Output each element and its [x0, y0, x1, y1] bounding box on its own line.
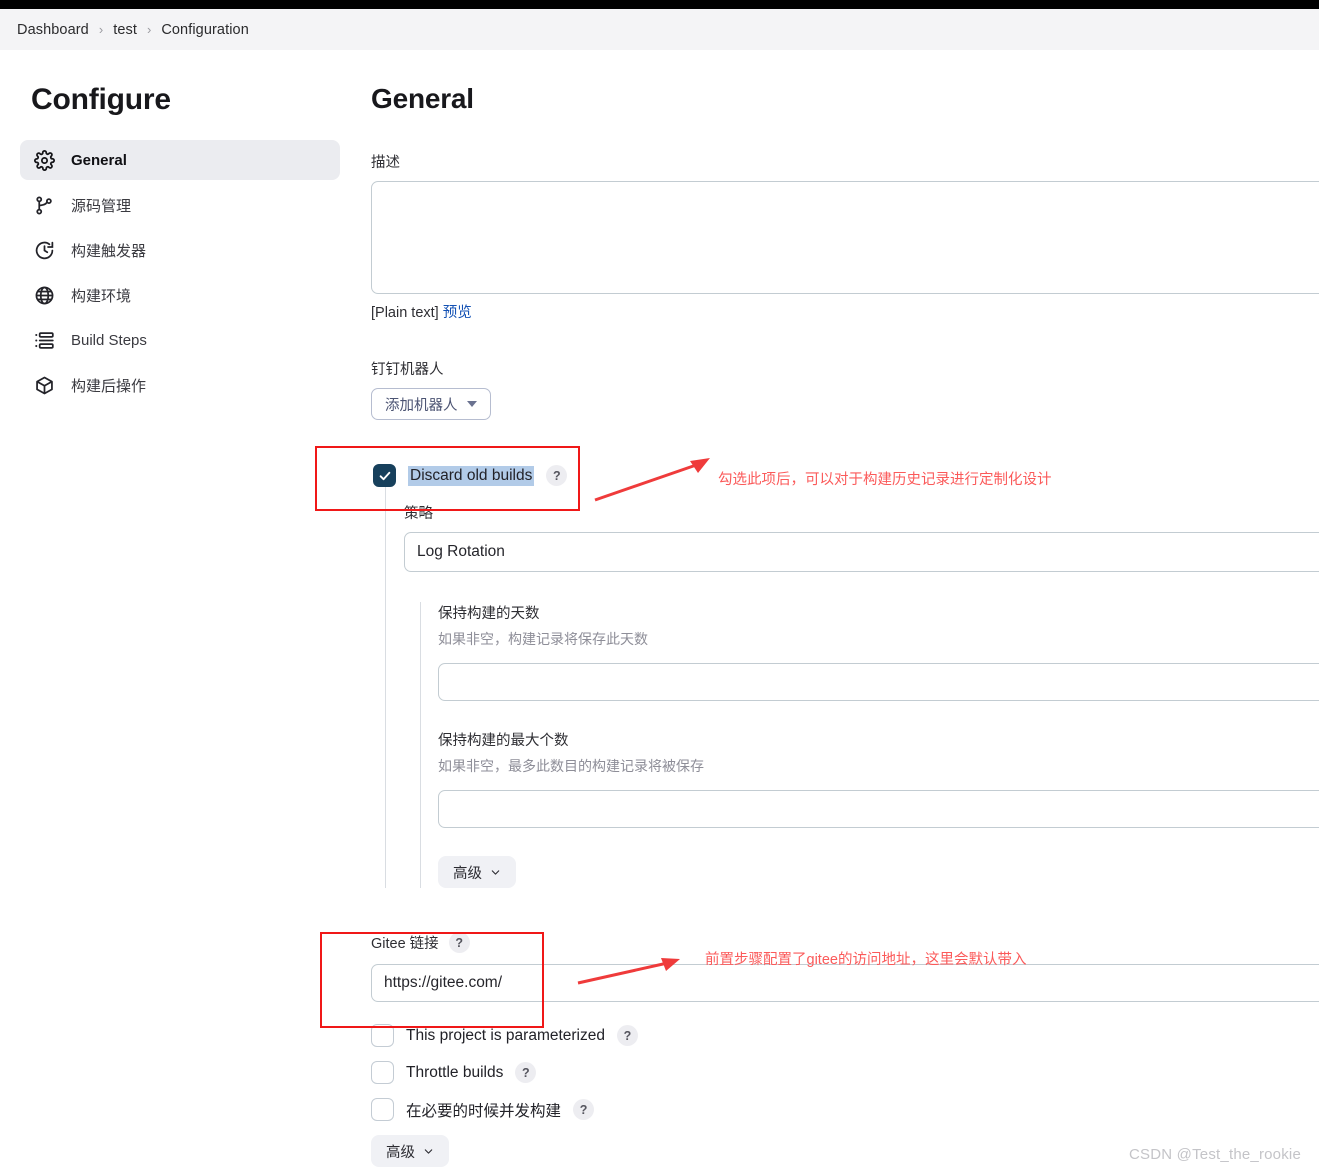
days-to-keep-label: 保持构建的天数: [438, 606, 540, 622]
list-icon: [32, 328, 56, 352]
discard-old-builds-row[interactable]: Discard old builds ?: [373, 464, 1319, 487]
branch-icon: [32, 193, 56, 217]
bottom-advanced-button-label: 高级: [386, 1144, 415, 1161]
sidebar-item-build-environment[interactable]: 构建环境: [20, 275, 340, 315]
gear-icon: [32, 148, 56, 172]
sidebar-title: Configure: [31, 83, 171, 116]
strategy-select[interactable]: Log Rotation: [404, 532, 1319, 572]
gitee-label-row: Gitee 链接 ?: [371, 932, 1319, 953]
description-label: 描述: [371, 155, 400, 171]
breadcrumb-item-dashboard[interactable]: Dashboard: [17, 22, 89, 38]
checkbox-row-parameterized[interactable]: This project is parameterized ?: [371, 1024, 1319, 1047]
sidebar-item-label: Build Steps: [71, 331, 147, 349]
strategy-value: Log Rotation: [417, 543, 505, 560]
breadcrumb-item-test[interactable]: test: [113, 22, 137, 38]
checkbox-row-throttle-builds[interactable]: Throttle builds ?: [371, 1061, 1319, 1084]
description-format-row: [Plain text] 预览: [371, 301, 1319, 322]
sidebar-item-general[interactable]: General: [20, 140, 340, 180]
advanced-button[interactable]: 高级: [438, 856, 516, 888]
sidebar: Configure General 源码管理 构建触发器 构建环境 Build …: [0, 50, 360, 410]
max-builds-to-keep-input[interactable]: [438, 790, 1319, 828]
discard-old-builds-checkbox[interactable]: [373, 464, 396, 487]
max-builds-to-keep-label: 保持构建的最大个数: [438, 733, 569, 749]
chevron-down-icon: [491, 869, 500, 875]
sidebar-item-build-triggers[interactable]: 构建触发器: [20, 230, 340, 270]
concurrent-builds-label: 在必要的时候并发构建: [406, 1102, 562, 1120]
gitee-url-input[interactable]: https://gitee.com/: [371, 964, 1319, 1002]
breadcrumb-item-configuration[interactable]: Configuration: [161, 22, 249, 38]
gitee-label: Gitee 链接: [371, 936, 439, 952]
gitee-field: Gitee 链接 ? https://gitee.com/: [371, 932, 1319, 1002]
description-textarea[interactable]: [371, 181, 1319, 294]
chevron-down-icon: [466, 401, 477, 407]
main-content: General 描述 [Plain text] 预览 钉钉机器人 添加机器人 D…: [371, 50, 1319, 1167]
page-root: Dashboard › test › Configuration Configu…: [0, 0, 1319, 1171]
log-rotation-fields: 保持构建的天数 如果非空，构建记录将保存此天数 保持构建的最大个数 如果非空，最…: [420, 602, 1319, 888]
page-title: General: [371, 83, 474, 114]
globe-icon: [32, 283, 56, 307]
discard-old-builds-label: Discard old builds: [408, 465, 535, 486]
description-field: 描述 [Plain text] 预览: [371, 151, 1319, 322]
bottom-advanced-button[interactable]: 高级: [371, 1135, 449, 1167]
sidebar-item-post-build-actions[interactable]: 构建后操作: [20, 365, 340, 405]
max-builds-to-keep-field: 保持构建的最大个数 如果非空，最多此数目的构建记录将被保存: [438, 729, 1319, 828]
max-builds-to-keep-hint: 如果非空，最多此数目的构建记录将被保存: [438, 758, 704, 774]
watermark: CSDN @Test_the_rookie: [1129, 1146, 1301, 1163]
preview-link[interactable]: 预览: [443, 305, 472, 321]
parameterized-label: This project is parameterized: [406, 1026, 605, 1044]
help-icon[interactable]: ?: [515, 1062, 537, 1083]
help-icon[interactable]: ?: [546, 465, 568, 486]
days-to-keep-field: 保持构建的天数 如果非空，构建记录将保存此天数: [438, 602, 1319, 701]
checkbox-row-concurrent-builds[interactable]: 在必要的时候并发构建 ?: [371, 1098, 1319, 1121]
sidebar-item-label: 源码管理: [71, 197, 132, 215]
plain-text-note: [Plain text]: [371, 305, 439, 321]
sidebar-item-source-code-management[interactable]: 源码管理: [20, 185, 340, 225]
sidebar-nav: General 源码管理 构建触发器 构建环境 Build Steps 构建后操…: [0, 140, 360, 405]
days-to-keep-input[interactable]: [438, 663, 1319, 701]
breadcrumb: Dashboard › test › Configuration: [0, 9, 1319, 50]
breadcrumb-separator-icon: ›: [98, 22, 104, 37]
add-robot-button[interactable]: 添加机器人: [371, 388, 491, 420]
strategy-label: 策略: [404, 506, 433, 522]
gitee-url-value: https://gitee.com/: [384, 974, 503, 991]
days-to-keep-hint: 如果非空，构建记录将保存此天数: [438, 631, 648, 647]
sidebar-item-label: 构建环境: [71, 287, 132, 305]
dingtalk-label: 钉钉机器人: [371, 362, 444, 378]
sidebar-item-label: General: [71, 151, 127, 169]
top-black-strip: [0, 0, 1319, 9]
chevron-down-icon: [424, 1148, 433, 1154]
discard-settings-group: 策略 Log Rotation 保持构建的天数 如果非空，构建记录将保存此天数 …: [385, 487, 1319, 888]
help-icon[interactable]: ?: [448, 932, 470, 953]
concurrent-builds-checkbox[interactable]: [371, 1098, 394, 1121]
sidebar-item-label: 构建触发器: [71, 242, 147, 260]
discard-old-builds-section: Discard old builds ? 策略 Log Rotation 保持构…: [371, 464, 1319, 888]
help-icon[interactable]: ?: [573, 1099, 595, 1120]
throttle-builds-checkbox[interactable]: [371, 1061, 394, 1084]
throttle-builds-label: Throttle builds: [406, 1063, 504, 1081]
box-icon: [32, 373, 56, 397]
sidebar-item-build-steps[interactable]: Build Steps: [20, 320, 340, 360]
dingtalk-field: 钉钉机器人 添加机器人: [371, 358, 1319, 420]
sidebar-item-label: 构建后操作: [71, 377, 147, 395]
help-icon[interactable]: ?: [617, 1025, 638, 1046]
clock-icon: [32, 238, 56, 262]
advanced-button-label: 高级: [453, 865, 482, 882]
parameterized-checkbox[interactable]: [371, 1024, 394, 1047]
add-robot-button-label: 添加机器人: [385, 397, 458, 414]
breadcrumb-separator-icon: ›: [146, 22, 152, 37]
